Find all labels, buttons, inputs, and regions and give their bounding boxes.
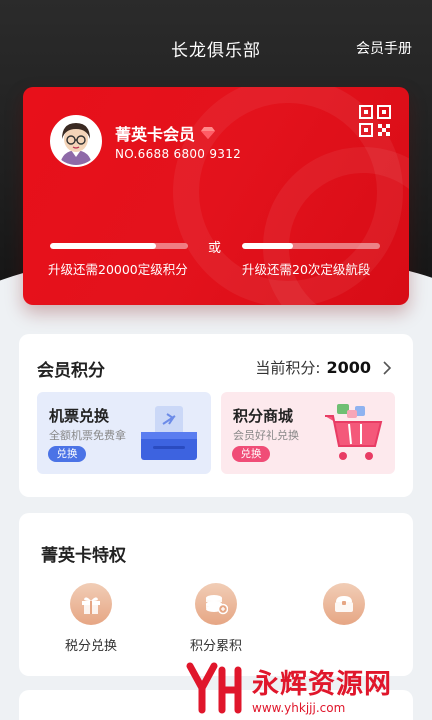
ticket-exchange-tile[interactable]: 机票兑换 全额机票免费拿 兑换 xyxy=(37,392,211,474)
member-number: NO.6688 6800 9312 xyxy=(115,147,242,161)
points-upgrade-text: 升级还需20000定级积分 xyxy=(48,262,188,277)
diamond-icon xyxy=(201,127,216,139)
card-tier: 菁英卡会员 xyxy=(115,121,216,145)
tile-title: 积分商城 xyxy=(233,407,294,425)
current-points-link[interactable]: 当前积分: 2000 xyxy=(255,357,393,378)
qr-code-icon[interactable] xyxy=(359,105,391,137)
exchange-button[interactable]: 兑换 xyxy=(232,446,270,462)
points-progress-bar xyxy=(50,243,188,249)
privilege-icon-circle xyxy=(70,583,112,625)
current-points-label: 当前积分: xyxy=(255,359,321,377)
tile-subtitle: 全额机票免费拿 xyxy=(49,429,126,442)
privilege-icon-circle xyxy=(195,583,237,625)
segments-upgrade-text: 升级还需20次定级航段 xyxy=(242,262,371,277)
coins-icon xyxy=(206,595,228,615)
gift-icon xyxy=(82,597,100,614)
privilege-label: 税分兑换 xyxy=(64,639,117,654)
watermark-url: www.yhkjjj.com xyxy=(252,700,346,715)
privilege-item-3[interactable] xyxy=(299,583,389,635)
shopping-cart-icon xyxy=(325,404,383,460)
current-points-value: 2000 xyxy=(326,358,371,377)
bag-icon xyxy=(335,596,353,612)
points-mall-tile[interactable]: 积分商城 会员好礼兑换 兑换 xyxy=(221,392,395,474)
privileges-panel: 菁英卡特权 税分兑换 积分累积 xyxy=(19,513,413,676)
or-label: 或 xyxy=(208,241,222,256)
member-points-panel: 会员积分 当前积分: 2000 机票兑换 全额机票免费拿 兑换 积分商城 会员好… xyxy=(19,334,413,497)
watermark-brand: 永辉资源网 xyxy=(252,668,392,700)
avatar-icon xyxy=(52,117,100,165)
privilege-tax-exchange[interactable]: 税分兑换 xyxy=(46,583,136,654)
ticket-box-icon xyxy=(141,406,197,460)
exchange-button[interactable]: 兑换 xyxy=(48,446,86,462)
privilege-points-accrual[interactable]: 积分累积 xyxy=(171,583,261,654)
points-title: 会员积分 xyxy=(37,361,105,381)
top-bar: 长龙俱乐部 会员手册 xyxy=(0,0,432,90)
member-manual-link[interactable]: 会员手册 xyxy=(356,38,412,58)
points-progress-fill xyxy=(50,243,157,249)
privilege-label: 积分累积 xyxy=(189,639,242,654)
privileges-title: 菁英卡特权 xyxy=(41,546,126,566)
avatar[interactable] xyxy=(50,115,102,167)
tile-title: 机票兑换 xyxy=(49,407,110,425)
tile-subtitle: 会员好礼兑换 xyxy=(233,429,299,442)
segments-progress-bar xyxy=(242,243,380,249)
watermark-logo xyxy=(186,662,242,714)
tier-name: 菁英卡会员 xyxy=(115,125,196,144)
watermark: 永辉资源网 www.yhkjjj.com xyxy=(184,656,432,720)
segments-progress-fill xyxy=(242,243,294,249)
privilege-icon-circle xyxy=(323,583,365,625)
member-card[interactable]: 菁英卡会员 NO.6688 6800 9312 或 升级还需20000定级积分 … xyxy=(23,87,409,305)
chevron-right-icon xyxy=(383,360,392,375)
